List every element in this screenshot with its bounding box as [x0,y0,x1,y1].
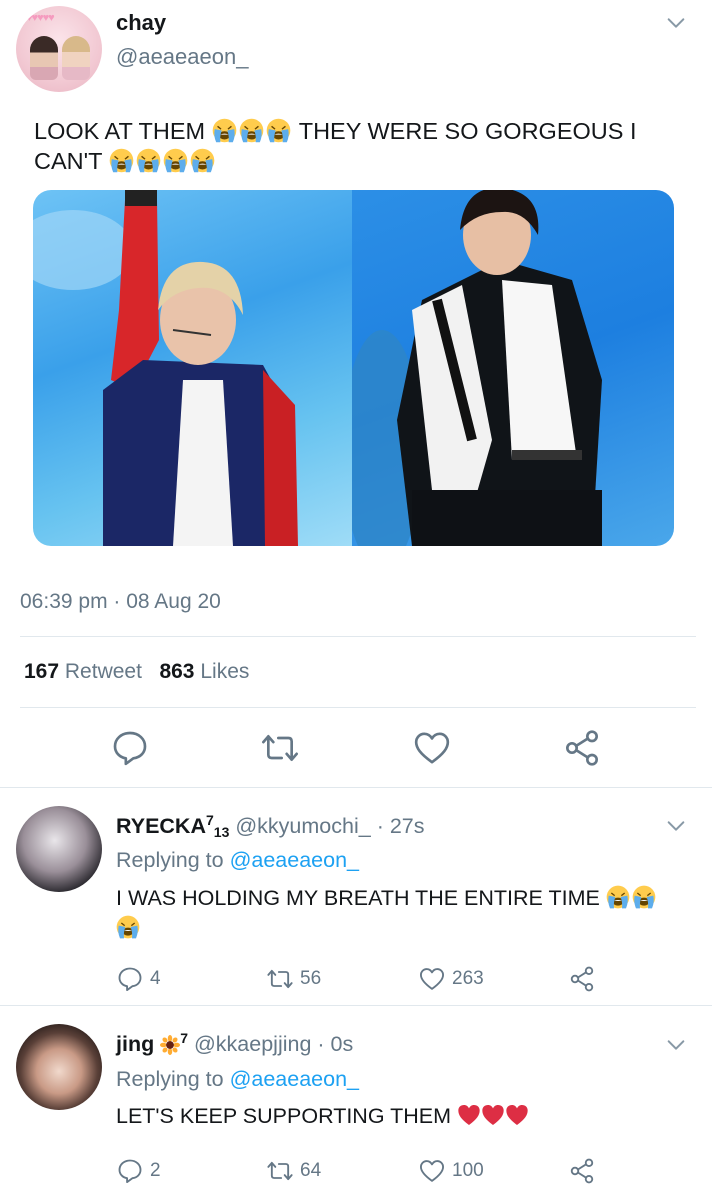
share-icon [568,965,596,993]
retweet-button[interactable] [260,728,300,768]
tweet-text-part: CAN'T [34,148,103,174]
reply-count: 4 [150,968,161,989]
replying-to-label: Replying to [116,1067,224,1091]
like-button[interactable] [412,728,452,768]
user-handle[interactable]: @aeaeaeon_ [116,44,248,70]
reply-handle[interactable]: @kkyumochi_ [235,814,370,838]
reply-text-content: LET'S KEEP SUPPORTING THEM [116,1104,452,1128]
tweet-text: LOOK AT THEM THEY WERE SO GORGEOUS I CAN… [34,116,694,176]
replying-to-link[interactable]: @aeaeaeon_ [230,848,359,872]
loudly-crying-face-emoji-icon [109,148,134,173]
loudly-crying-face-emoji-icon [606,885,630,909]
like-count[interactable]: 863 [159,660,194,683]
reply-button[interactable]: 2 [116,1157,161,1185]
loudly-crying-face-emoji-icon [239,118,264,143]
reply-button[interactable] [110,728,150,768]
divider [0,1005,712,1006]
performer-illustration-right [352,190,602,546]
tweet-media[interactable] [33,190,674,546]
photo-right[interactable] [352,190,674,546]
heart-icon [418,965,446,993]
reply-text: I WAS HOLDING MY BREATH THE ENTIRE TIME [116,883,686,943]
retweet-count: 56 [300,968,322,989]
loudly-crying-face-emoji-icon [163,148,188,173]
reply-text: LET'S KEEP SUPPORTING THEM [116,1101,686,1131]
tweet-text-part: LOOK AT THEM [34,118,206,144]
reply-display-name[interactable]: RYECKA [116,814,206,838]
reply-button[interactable]: 4 [116,965,161,993]
loudly-crying-face-emoji-icon [266,118,291,143]
avatar-person-left [30,36,58,80]
share-icon [568,1157,596,1185]
name-superscript: 7 [206,812,214,828]
tweet-timestamp[interactable]: 06:39 pm · 08 Aug 20 [20,590,221,614]
share-button[interactable] [568,1157,596,1185]
divider [20,636,696,637]
heart-icon [418,1157,446,1185]
retweet-count[interactable]: 167 [24,660,59,683]
share-button[interactable] [562,728,602,768]
reply-count: 2 [150,1160,161,1181]
reply-icon [116,1157,144,1185]
divider [20,707,696,708]
heart-icon [412,728,452,768]
loudly-crying-face-emoji-icon [212,118,237,143]
name-superscript: 7 [180,1030,188,1046]
reply-display-name[interactable]: jing [116,1032,154,1056]
display-name[interactable]: chay [116,10,166,36]
avatar[interactable]: ♥♥♥♥♥ [16,6,102,92]
avatar-person-right [62,36,90,80]
photo-left[interactable] [33,190,352,546]
hearts-decoration-icon: ♥♥♥♥♥ [26,12,55,24]
replying-to: Replying to @aeaeaeon_ [116,1067,359,1092]
like-button[interactable]: 263 [418,965,484,993]
avatar[interactable] [16,1024,102,1110]
reply-header: jing 7 @kkaepjjing · 0s [116,1030,353,1057]
retweet-button[interactable]: 56 [266,965,321,993]
red-heart-emoji-icon [481,1103,505,1127]
reply-icon [110,728,150,768]
red-heart-emoji-icon [505,1103,529,1127]
reply-text-content: I WAS HOLDING MY BREATH THE ENTIRE TIME [116,886,600,910]
loudly-crying-face-emoji-icon [136,148,161,173]
reply-time[interactable]: · 0s [317,1032,353,1056]
likes-label[interactable]: Likes [200,660,249,683]
retweet-icon [260,728,300,768]
retweet-icon [266,965,294,993]
loudly-crying-face-emoji-icon [116,915,140,939]
name-subscript: 13 [213,824,230,840]
share-button[interactable] [568,965,596,993]
reply-time[interactable]: · 27s [377,814,425,838]
reply-header: RYECKA713 @kkyumochi_ · 27s [116,812,425,840]
sunflower-emoji-icon [160,1035,180,1055]
red-heart-emoji-icon [457,1103,481,1127]
tweet-stats: 167 Retweet 863 Likes [24,660,249,684]
replying-to-link[interactable]: @aeaeaeon_ [230,1067,359,1091]
chevron-down-icon[interactable] [665,815,687,837]
retweet-count: 64 [300,1160,322,1181]
tweet-text-part: THEY WERE SO GORGEOUS I [298,118,637,144]
like-count: 263 [452,968,484,989]
share-icon [562,728,602,768]
loudly-crying-face-emoji-icon [632,885,656,909]
chevron-down-icon[interactable] [665,1034,687,1056]
replying-to: Replying to @aeaeaeon_ [116,848,359,873]
reply-icon [116,965,144,993]
loudly-crying-face-emoji-icon [190,148,215,173]
avatar[interactable] [16,806,102,892]
retweet-label[interactable]: Retweet [65,660,142,683]
retweet-button[interactable]: 64 [266,1157,321,1185]
replying-to-label: Replying to [116,848,224,872]
retweet-icon [266,1157,294,1185]
reply-handle[interactable]: @kkaepjjing [194,1032,311,1056]
chevron-down-icon[interactable] [665,12,687,34]
performer-illustration-left [33,190,298,546]
divider [0,787,712,788]
like-button[interactable]: 100 [418,1157,484,1185]
like-count: 100 [452,1160,484,1181]
